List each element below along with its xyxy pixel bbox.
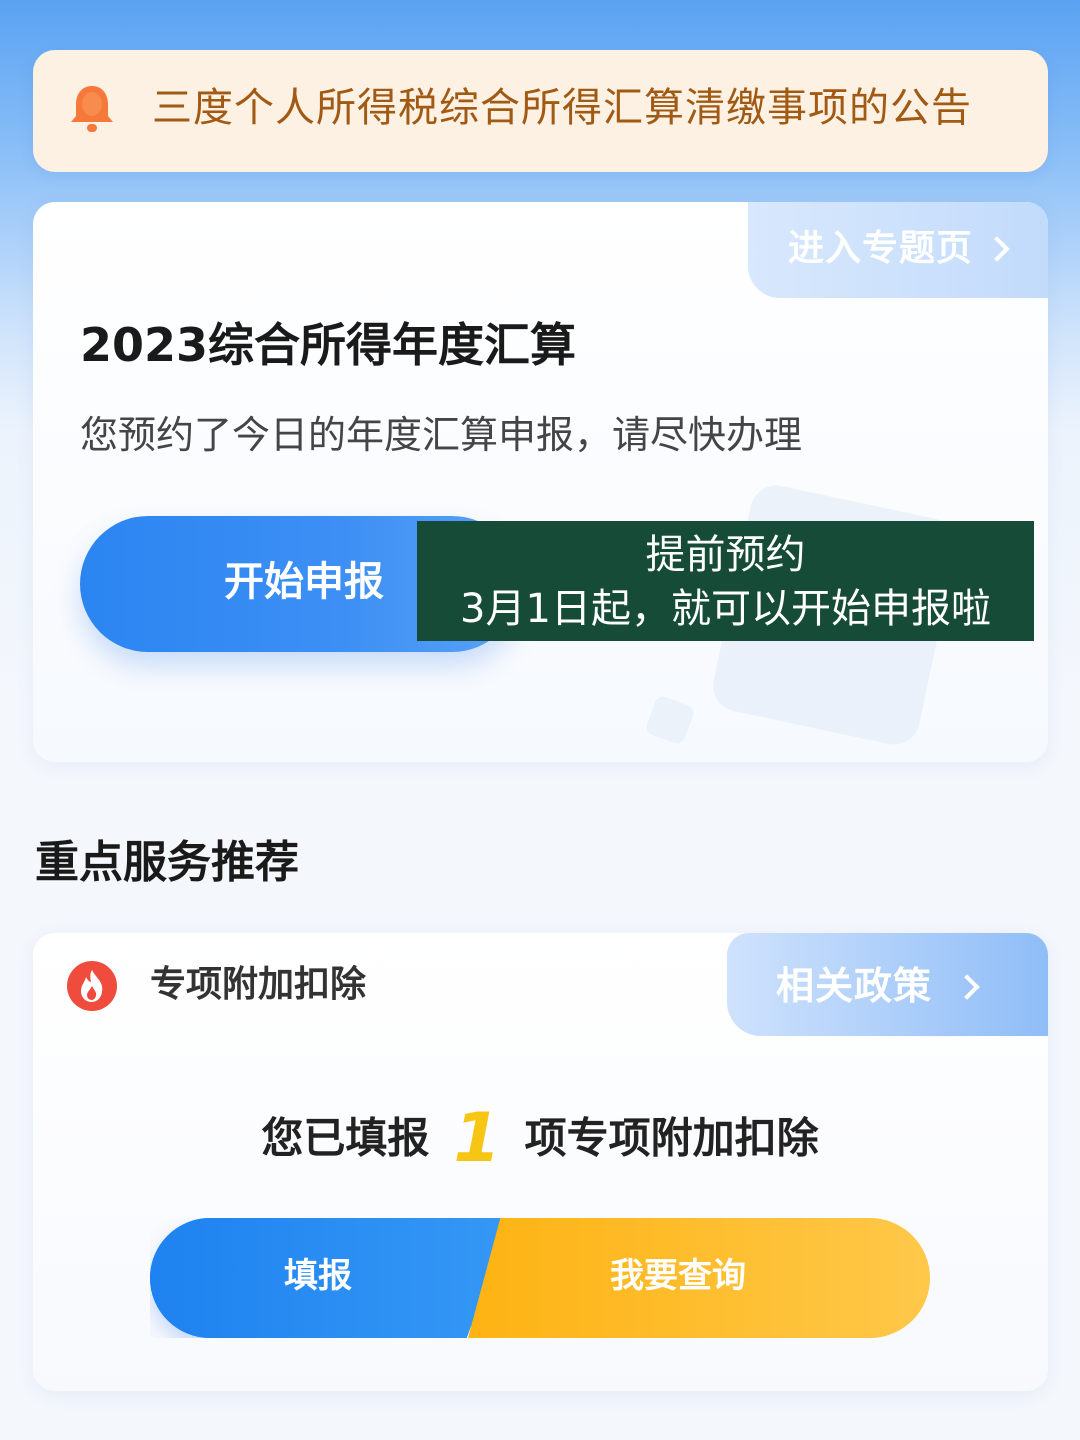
filled-prefix: 您已填报 bbox=[261, 1113, 430, 1163]
overlay-message: 3月1日起，就可以开始申报啦 bbox=[460, 586, 991, 632]
annual-settlement-title: 2023综合所得年度汇算 bbox=[80, 318, 577, 372]
filled-suffix: 项专项附加扣除 bbox=[524, 1113, 819, 1163]
reservation-overlay: 提前预约 3月1日起，就可以开始申报啦 bbox=[417, 521, 1034, 641]
filled-count-summary: 您已填报 1 项专项附加扣除 bbox=[0, 1098, 1080, 1179]
deduction-action-row bbox=[150, 1218, 930, 1338]
special-deduction-label: 专项附加扣除 bbox=[150, 964, 367, 1005]
query-button-label[interactable]: 我要查询 bbox=[610, 1254, 746, 1298]
bell-icon bbox=[71, 86, 113, 132]
related-policy-link[interactable]: 相关政策 bbox=[776, 962, 932, 1010]
section-title: 重点服务推荐 bbox=[35, 837, 299, 888]
announcement-text[interactable]: 三度个人所得税综合所得汇算清缴事项的公告 bbox=[152, 82, 1020, 134]
filled-count: 1 bbox=[453, 1098, 501, 1178]
fire-icon bbox=[67, 961, 117, 1011]
start-declaration-label[interactable]: 开始申报 bbox=[224, 556, 384, 608]
fill-button-label[interactable]: 填报 bbox=[284, 1254, 352, 1298]
topic-page-link[interactable]: 进入专题页 bbox=[788, 226, 973, 272]
annual-settlement-subtitle: 您预约了今日的年度汇算申报，请尽快办理 bbox=[80, 413, 803, 457]
overlay-title: 提前预约 bbox=[645, 532, 806, 578]
